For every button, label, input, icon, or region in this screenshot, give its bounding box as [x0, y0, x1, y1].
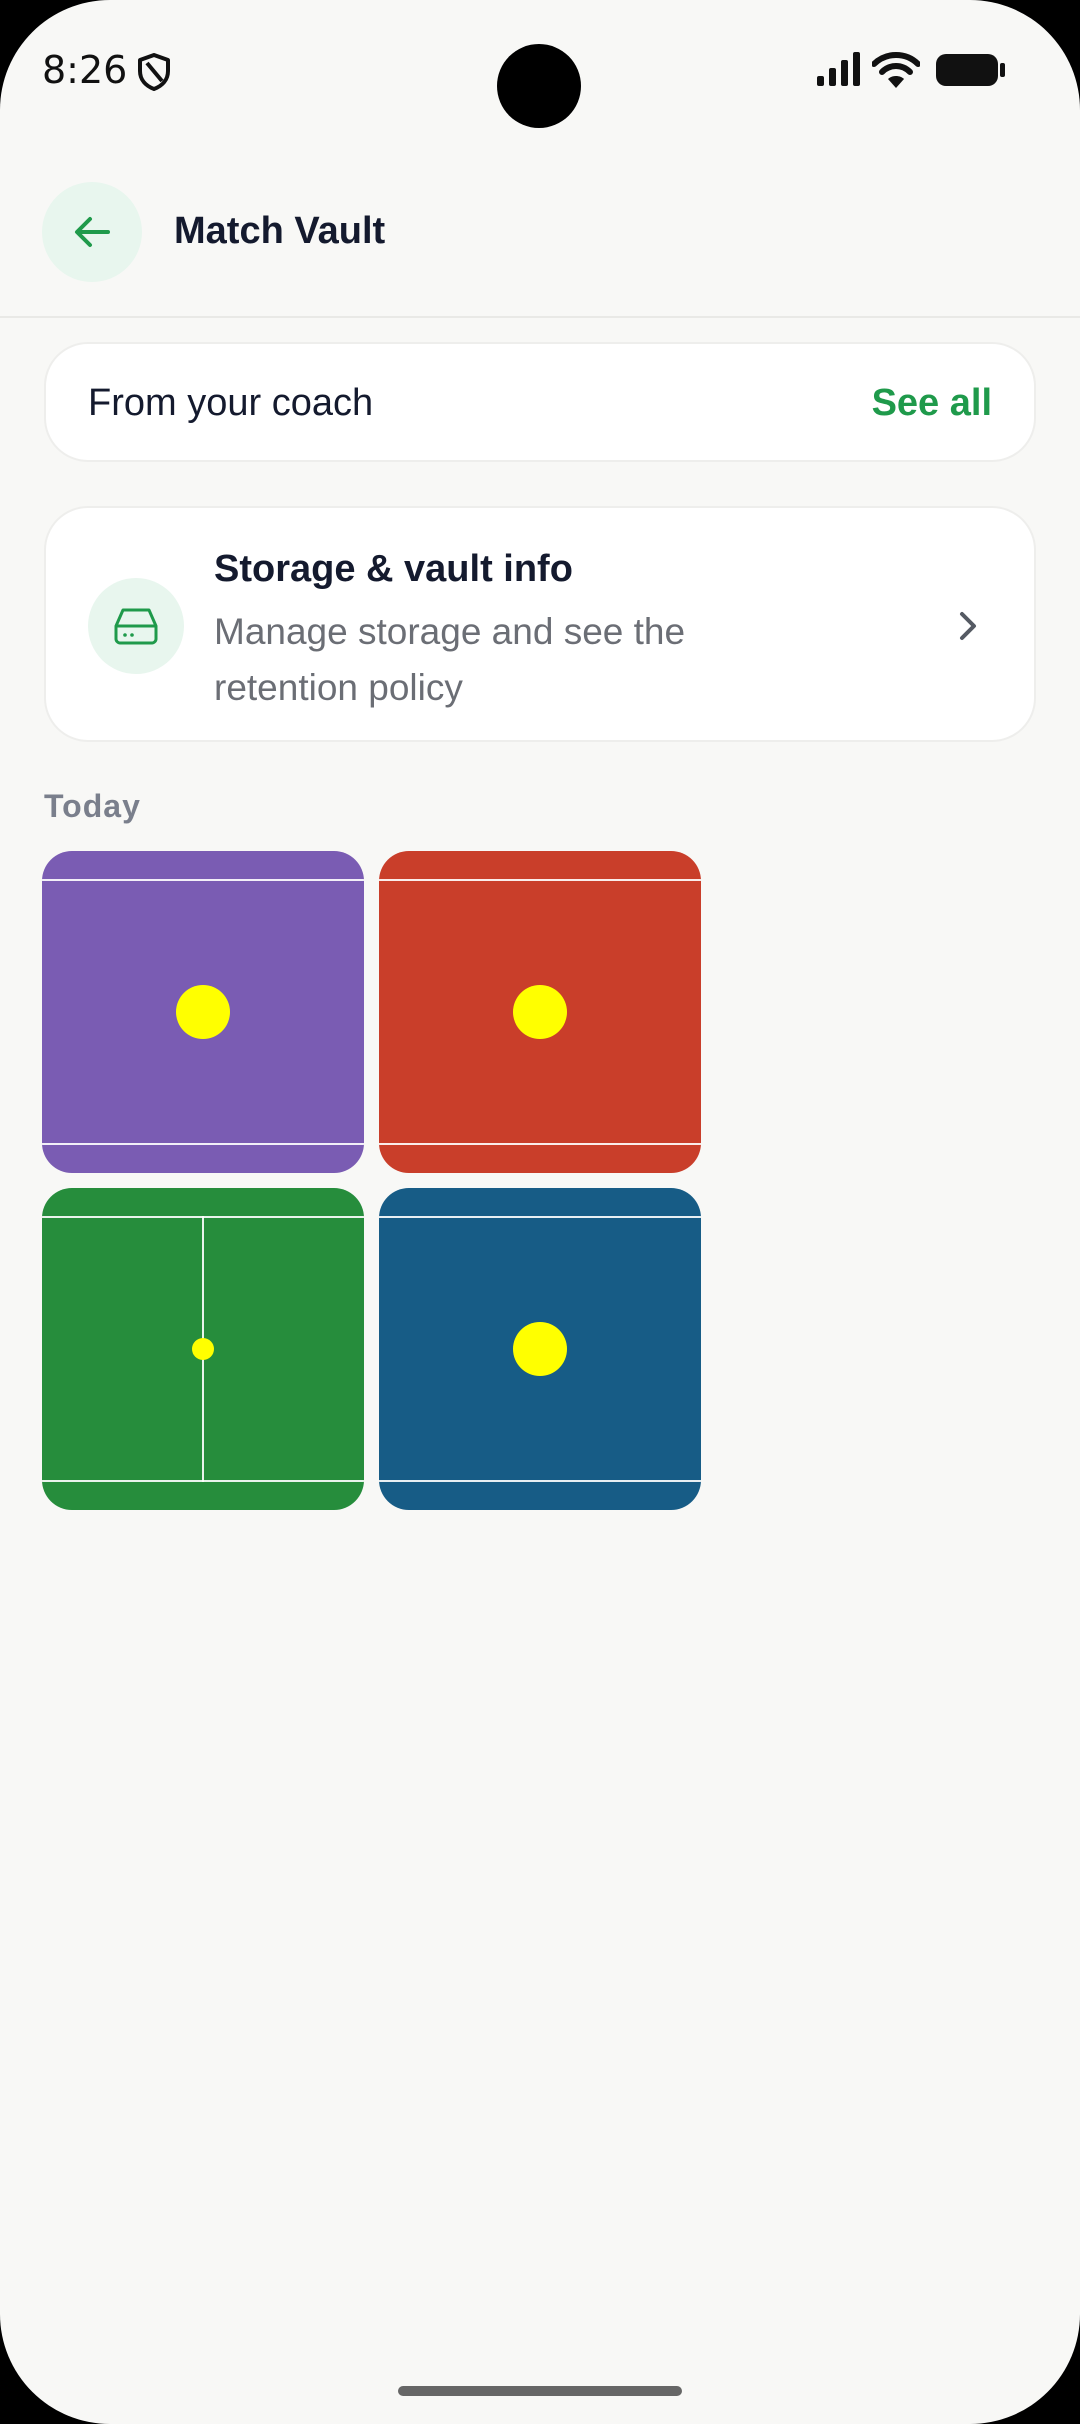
storage-drive-icon: [114, 608, 158, 645]
phone-screen: 8:26 Match Vault From your coach See all…: [0, 0, 1080, 2424]
ball-icon: [513, 1322, 567, 1376]
coach-card-title: From your coach: [88, 382, 374, 424]
coach-card: From your coach See all: [44, 342, 1036, 462]
court-line: [42, 1143, 364, 1145]
match-thumbnail[interactable]: [42, 851, 364, 1173]
storage-card-title: Storage & vault info: [214, 548, 573, 590]
wifi-icon: [872, 52, 920, 88]
back-button[interactable]: [42, 182, 142, 282]
shield-icon: [138, 53, 170, 91]
app-bar: Match Vault: [0, 170, 1080, 318]
storage-info-card[interactable]: Storage & vault info Manage storage and …: [44, 506, 1036, 742]
match-thumbnail[interactable]: [379, 1188, 701, 1510]
ball-icon: [513, 985, 567, 1039]
arrow-left-icon: [75, 217, 110, 247]
court-line: [42, 1480, 364, 1482]
chevron-right-icon: [960, 612, 976, 640]
section-header-today: Today: [44, 788, 141, 824]
camera-cutout: [497, 44, 581, 128]
storage-card-subtitle: Manage storage and see the retention pol…: [214, 611, 686, 708]
match-thumbnail[interactable]: [379, 851, 701, 1173]
court-line: [379, 1143, 701, 1145]
storage-icon-badge: [88, 578, 184, 674]
page-title: Match Vault: [174, 210, 386, 252]
status-time: 8:26: [42, 48, 128, 92]
court-line: [379, 1480, 701, 1482]
battery-icon: [936, 54, 1005, 86]
court-line: [42, 879, 364, 881]
see-all-link[interactable]: See all: [872, 382, 992, 425]
ball-icon: [192, 1338, 214, 1360]
court-line: [379, 879, 701, 881]
court-line: [379, 1216, 701, 1218]
match-thumbnail[interactable]: [42, 1188, 364, 1510]
home-indicator[interactable]: [398, 2386, 682, 2396]
status-bar: 8:26: [0, 0, 1080, 150]
signal-icon: [817, 52, 860, 86]
ball-icon: [176, 985, 230, 1039]
